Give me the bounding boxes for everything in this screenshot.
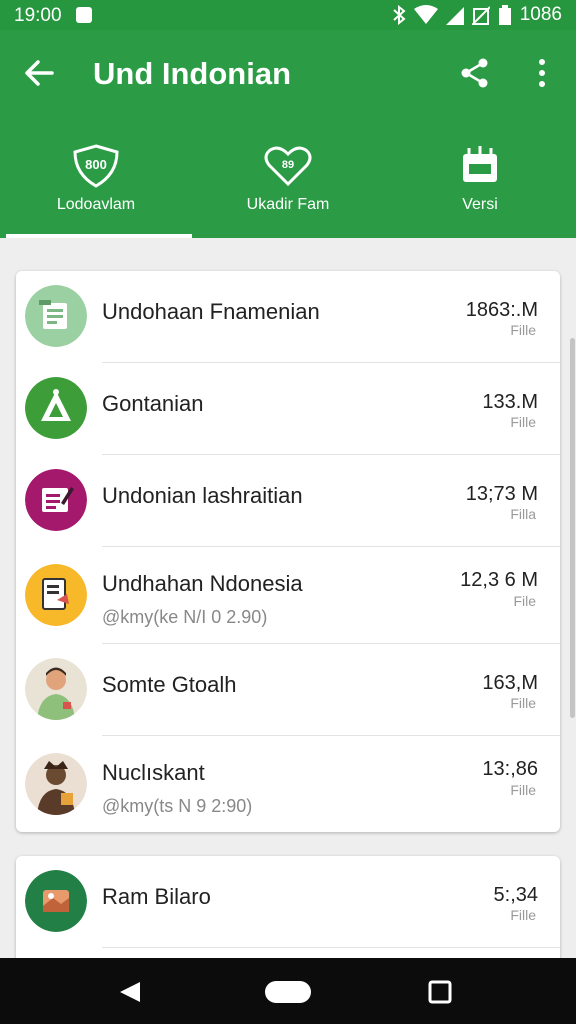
item-unit: Fille xyxy=(510,782,536,798)
item-name: Ram Bilaro xyxy=(102,884,211,909)
image-icon xyxy=(25,870,87,932)
person-avatar xyxy=(25,658,87,720)
nav-back-icon[interactable] xyxy=(118,980,142,1004)
item-name: Somte Gtoalh xyxy=(102,672,237,697)
share-icon[interactable] xyxy=(458,56,492,90)
list-item[interactable]: Nuclıskant @kmy(ts N 9 2:90) 13:,86 Fill… xyxy=(25,736,560,832)
tab-lodoavlam[interactable]: 800 Lodoavlam xyxy=(0,118,192,238)
item-unit: Fille xyxy=(510,695,536,711)
edit-doc-icon xyxy=(25,469,87,531)
folder-icon xyxy=(463,146,497,182)
tab-ukadir-fam[interactable]: 89 Ukadir Fam xyxy=(192,118,384,238)
document-icon xyxy=(25,285,87,347)
status-bar: 19:00 1086 xyxy=(0,0,576,30)
tab-versi[interactable]: Versi xyxy=(384,118,576,238)
more-vert-icon[interactable] xyxy=(530,56,554,90)
item-size: 133.M xyxy=(482,391,538,413)
status-time: 19:00 xyxy=(14,5,62,26)
item-size: 13;73 M xyxy=(465,483,538,505)
tab-bar: 800 Lodoavlam 89 Ukadir Fam Versi xyxy=(0,118,576,238)
item-unit: Fille xyxy=(510,907,536,923)
battery-level: 1086 xyxy=(519,4,562,25)
nav-recents-icon[interactable] xyxy=(428,980,452,1004)
list-item[interactable]: Somte Gtoalh 163,M Fille xyxy=(25,644,560,736)
item-size: 1863:.M xyxy=(465,299,538,321)
app-bar: Und Indonian xyxy=(0,30,576,118)
file-list-card: Undohaan Fnamenian 1863:.M Fille Gontani… xyxy=(16,271,560,832)
tab-label: Lodoavlam xyxy=(56,196,136,213)
system-nav-bar xyxy=(0,958,576,1024)
tab-indicator xyxy=(6,234,192,238)
item-size: 5:,34 xyxy=(493,884,538,906)
page-title: Und Indonian xyxy=(93,56,292,91)
shield-badge: 800 xyxy=(85,157,107,172)
scrollbar[interactable] xyxy=(570,338,575,718)
bluetooth-icon xyxy=(393,5,406,25)
item-name: Nuclıskant xyxy=(102,760,205,785)
tent-icon xyxy=(25,377,87,439)
person-avatar xyxy=(25,753,87,815)
nav-home-icon[interactable] xyxy=(264,980,312,1004)
item-unit: Fille xyxy=(510,414,536,430)
item-name: Undonian lashraitian xyxy=(102,483,303,508)
list-item[interactable]: Undonian lashraitian 13;73 M Filla xyxy=(25,455,560,547)
tab-label: Ukadir Fam xyxy=(246,196,330,213)
item-unit: Fille xyxy=(510,322,536,338)
back-arrow-icon[interactable] xyxy=(22,56,56,90)
item-unit: File xyxy=(513,593,536,609)
item-name: Undohaan Fnamenian xyxy=(102,299,320,324)
status-icons: 1086 xyxy=(392,4,562,26)
battery-icon xyxy=(498,5,511,25)
signal-icon xyxy=(445,7,464,25)
list-item[interactable]: Undohaan Fnamenian 1863:.M Fille xyxy=(25,271,560,363)
no-sim-icon xyxy=(471,6,490,25)
file-list-card-2: Ram Bilaro 5:,34 Fille xyxy=(16,856,560,966)
file-icon xyxy=(25,564,87,626)
list-item[interactable]: Gontanian 133.M Fille xyxy=(25,363,560,455)
item-size: 12,3 6 M xyxy=(460,569,538,591)
list-item[interactable]: Ram Bilaro 5:,34 Fille xyxy=(25,856,560,948)
wifi-icon xyxy=(413,5,438,24)
tab-label: Versi xyxy=(462,196,498,213)
item-unit: Filla xyxy=(510,506,536,522)
heart-badge: 89 xyxy=(282,159,294,171)
shield-icon: 800 xyxy=(73,144,119,188)
item-name: Gontanian xyxy=(102,391,204,416)
item-size: 163,M xyxy=(482,672,538,694)
item-name: Undhahan Ndonesia xyxy=(102,571,303,596)
notification-icon xyxy=(76,7,92,23)
item-subtitle: @kmy(ke N/I 0 2.90) xyxy=(102,607,268,627)
list-item[interactable]: Undhahan Ndonesia @kmy(ke N/I 0 2.90) 12… xyxy=(25,547,560,644)
item-subtitle: @kmy(ts N 9 2:90) xyxy=(102,796,253,816)
item-size: 13:,86 xyxy=(482,758,538,780)
heart-icon: 89 xyxy=(264,146,312,187)
